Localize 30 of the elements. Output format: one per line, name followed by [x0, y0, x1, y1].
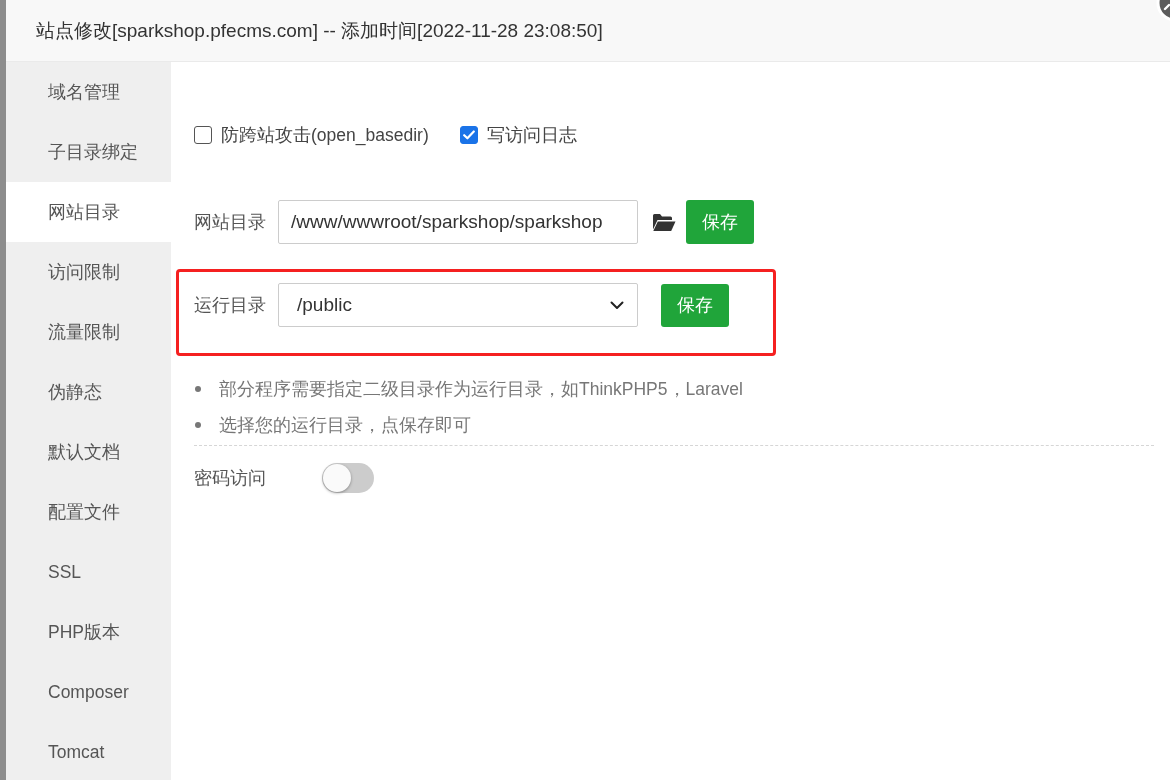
sidebar-item[interactable]: Tomcat [6, 722, 171, 780]
checkbox-label[interactable]: 防跨站攻击(open_basedir) [221, 123, 429, 147]
field-label: 运行目录 [194, 294, 267, 317]
sidebar-item[interactable]: Composer [6, 662, 171, 722]
sidebar-item[interactable]: SSL [6, 542, 171, 602]
hint-text: 部分程序需要指定二级目录作为运行目录，如ThinkPHP5，Laravel [219, 378, 743, 401]
sidebar-item[interactable]: 网站目录 [6, 182, 171, 242]
hint-text: 选择您的运行目录，点保存即可 [219, 414, 471, 437]
toggle-switch[interactable] [322, 463, 374, 493]
sidebar-item[interactable]: 默认文档 [6, 422, 171, 482]
directory-select[interactable]: /public [278, 283, 638, 327]
path-input-field[interactable]: /www/wwwroot/sparkshop/sparkshop [278, 200, 638, 244]
folder-icon[interactable] [652, 212, 676, 232]
checkbox[interactable] [194, 126, 212, 144]
field-label: 网站目录 [194, 211, 267, 234]
bullet-icon [195, 422, 201, 428]
sidebar-item[interactable]: 访问限制 [6, 242, 171, 302]
checkbox[interactable] [459, 126, 478, 144]
sidebar-item[interactable]: 流量限制 [6, 302, 171, 362]
sidebar-item[interactable]: 域名管理 [6, 62, 171, 122]
sidebar-item[interactable]: 子目录绑定 [6, 122, 171, 182]
sidebar-item[interactable]: PHP版本 [6, 602, 171, 662]
bullet-icon [195, 386, 201, 392]
password-access-label: 密码访问 [194, 467, 267, 490]
sidebar-item[interactable]: 伪静态 [6, 362, 171, 422]
sidebar-item[interactable]: 配置文件 [6, 482, 171, 542]
window-title: 站点修改[sparkshop.pfecms.com] -- 添加时间[2022-11-28 23:08:50] [36, 18, 603, 43]
check-icon [462, 130, 475, 140]
chevron-down-icon [610, 300, 624, 310]
checkbox-label[interactable]: 写访问日志 [486, 123, 577, 147]
